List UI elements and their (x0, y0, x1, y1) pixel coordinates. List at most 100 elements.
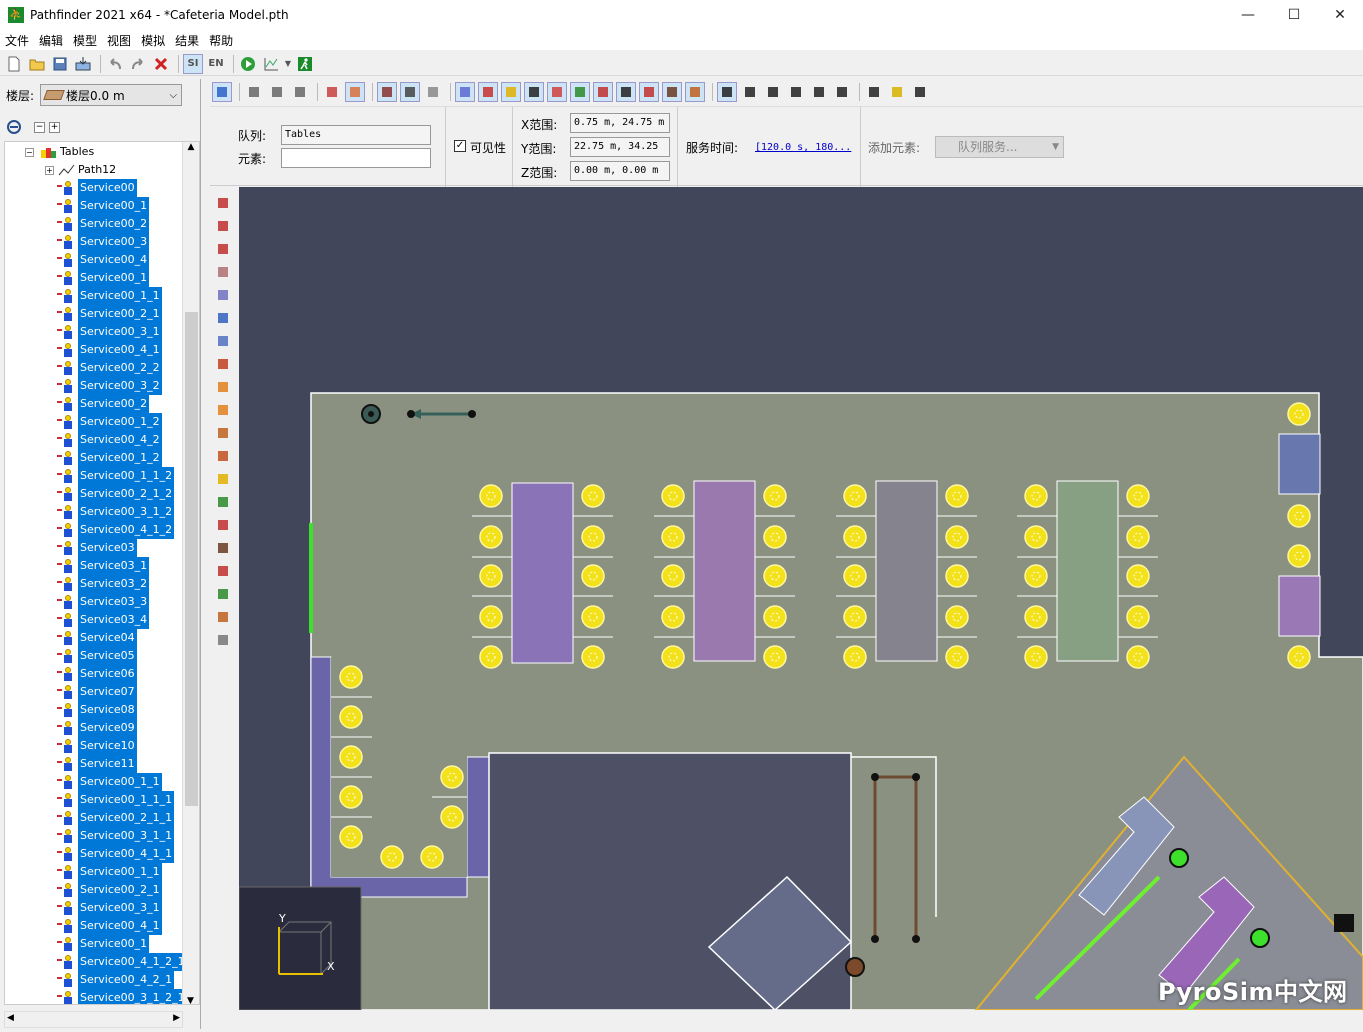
tree-horizontal-scrollbar[interactable]: ◀ ▶ (4, 1011, 183, 1028)
si-units-button[interactable]: SI (183, 53, 203, 74)
open-folder-icon[interactable] (27, 54, 47, 74)
tree-item-row[interactable]: Service00_4 (57, 251, 150, 269)
side-view-icon[interactable] (290, 82, 310, 102)
tree-item-row[interactable]: Service11 (57, 755, 137, 773)
cone-icon[interactable] (685, 82, 705, 102)
tree-vertical-scrollbar[interactable]: ▲ ▼ (182, 142, 199, 1004)
tree-item-row[interactable]: Service05 (57, 647, 137, 665)
tree-item-row[interactable]: Service00_3_2 (57, 377, 162, 395)
tree-item-row[interactable]: Service00_3 (57, 233, 150, 251)
tree-item-row[interactable]: Service00_4_1 (57, 917, 162, 935)
tree-item-row[interactable]: Service00_1_2 (57, 449, 162, 467)
tree-item-row[interactable]: Service00_3_1_2_1 (57, 989, 187, 1004)
scroll-right-icon[interactable]: ▶ (173, 1013, 180, 1023)
maximize-button[interactable]: ☐ (1271, 0, 1317, 30)
tree-item-row[interactable]: Service00_1_1_2 (57, 467, 175, 485)
room-tool-icon[interactable] (214, 263, 232, 281)
obstruction-icon[interactable] (214, 355, 232, 373)
y-range-field[interactable]: 22.75 m, 34.25 m (570, 137, 670, 170)
rect-room-icon[interactable] (214, 286, 232, 304)
floorplan-scene[interactable]: Y X (239, 187, 1363, 1010)
tree-item-row[interactable]: Service10 (57, 737, 137, 755)
hatch-icon[interactable] (377, 82, 397, 102)
menu-help[interactable]: 帮助 (204, 30, 238, 50)
tree-item-row[interactable]: Service00_1_2 (57, 413, 162, 431)
tree-item-row[interactable]: Service08 (57, 701, 137, 719)
import-icon[interactable] (73, 54, 93, 74)
tree-item-row[interactable]: Service00_2 (57, 395, 150, 413)
front-view-icon[interactable] (244, 82, 264, 102)
element-field[interactable] (281, 148, 431, 168)
footsteps-icon[interactable] (524, 82, 544, 102)
tree-item-row[interactable]: Service03_3 (57, 593, 150, 611)
floor-dropdown[interactable]: 楼层0.0 m ⌵ (40, 84, 183, 106)
center-icon[interactable] (864, 82, 884, 102)
add-element-dropdown[interactable]: 队列服务... ▼ (935, 136, 1064, 158)
new-file-icon[interactable] (4, 54, 24, 74)
run-simulation-icon[interactable] (238, 54, 258, 74)
magnet-icon[interactable] (639, 82, 659, 102)
zoom-box-icon[interactable] (832, 82, 852, 102)
stair-tool-icon[interactable] (214, 378, 232, 396)
tree-item-row[interactable]: Service00_2_1 (57, 305, 162, 323)
walk-icon[interactable] (763, 82, 783, 102)
results-viewer-icon[interactable] (295, 54, 315, 74)
rotate-icon[interactable] (214, 217, 232, 235)
tree-item-row[interactable]: Service00_4_1_1 (57, 845, 175, 863)
tree-item-row[interactable]: Service03_2 (57, 575, 150, 593)
menu-view[interactable]: 视图 (102, 30, 136, 50)
tree-item-row[interactable]: Service00_3_1_2 (57, 503, 175, 521)
tree-item-row[interactable]: Service00_2_1_2 (57, 485, 175, 503)
plot-results-icon[interactable] (261, 54, 281, 74)
group-icon[interactable] (214, 493, 232, 511)
tree-item-row[interactable]: Service00_1_1 (57, 863, 162, 881)
box-orange-icon[interactable] (345, 82, 365, 102)
close-window-button[interactable]: ✕ (1317, 0, 1363, 30)
ruler-icon[interactable] (214, 631, 232, 649)
mirror-icon[interactable] (214, 240, 232, 258)
elevator-icon[interactable] (214, 447, 232, 465)
tree-item-row[interactable]: Service03_1 (57, 557, 150, 575)
tree-item-row[interactable]: Service00_2_1 (57, 881, 162, 899)
ramp-icon[interactable] (214, 424, 232, 442)
filter-tree-icon[interactable] (6, 119, 22, 135)
dropdown-arrow-icon[interactable]: ▼ (284, 54, 292, 74)
tree-item-row[interactable]: Service06 (57, 665, 137, 683)
menu-results[interactable]: 结果 (170, 30, 204, 50)
3d-viewport[interactable]: Y X (239, 187, 1363, 1010)
collapse-all-icon[interactable]: − (34, 121, 45, 133)
tree-item-row[interactable]: Service00_1 (57, 197, 150, 215)
tree-item-row[interactable]: Service04 (57, 629, 137, 647)
tree-item-row[interactable]: Service00_4_1_2 (57, 521, 175, 539)
tree-item-row[interactable]: Service00_1_1 (57, 773, 162, 791)
tree-item-row[interactable]: Service00_2 (57, 215, 150, 233)
move-icon[interactable] (214, 194, 232, 212)
camera-icon[interactable] (616, 82, 636, 102)
service-time-link[interactable]: [120.0 s, 180... (755, 142, 851, 153)
tree-path-row[interactable]: + Path12 (45, 161, 118, 179)
tree-item-row[interactable]: Service00_2_2 (57, 359, 162, 377)
redo-icon[interactable] (128, 54, 148, 74)
tree-item-row[interactable]: Service00_4_2_1 (57, 971, 175, 989)
magnet-tool-icon[interactable] (214, 516, 232, 534)
service-point-icon[interactable] (214, 585, 232, 603)
visibility-checkbox[interactable]: ✓ (454, 140, 466, 152)
tree-item-row[interactable]: Service00_1_1_1 (57, 791, 175, 809)
queue-name-field[interactable]: Tables (281, 125, 431, 145)
select-view-icon[interactable] (212, 82, 232, 102)
fit-selection-icon[interactable] (910, 82, 930, 102)
menu-simulate[interactable]: 模拟 (136, 30, 170, 50)
tree-item-row[interactable]: Service03 (57, 539, 137, 557)
pan-icon[interactable] (786, 82, 806, 102)
menu-model[interactable]: 模型 (68, 30, 102, 50)
box-red-icon[interactable] (322, 82, 342, 102)
fit-icon[interactable] (887, 82, 907, 102)
stairs-icon[interactable] (478, 82, 498, 102)
scroll-down-icon[interactable]: ▼ (183, 996, 198, 1004)
en-units-button[interactable]: EN (206, 54, 226, 74)
x-range-field[interactable]: 0.75 m, 24.75 m (570, 113, 670, 133)
scroll-left-icon[interactable]: ◀ (7, 1013, 14, 1023)
collapse-toggle-icon[interactable]: − (25, 147, 34, 157)
escalator-icon[interactable] (214, 401, 232, 419)
minimize-button[interactable]: — (1225, 0, 1271, 30)
